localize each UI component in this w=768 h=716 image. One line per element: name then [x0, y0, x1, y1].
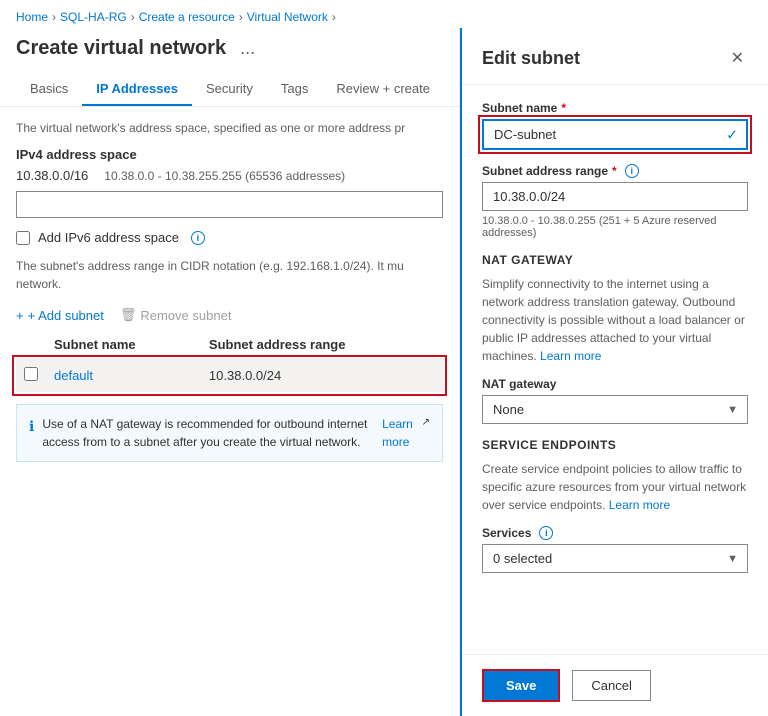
tab-ip-addresses[interactable]: IP Addresses: [82, 73, 192, 106]
trash-icon: 🗑: [120, 307, 137, 323]
nat-gateway-desc: Simplify connectivity to the internet us…: [482, 275, 748, 365]
edit-subnet-footer: Save Cancel: [462, 654, 768, 716]
ipv4-address-input[interactable]: [16, 191, 443, 218]
subnet-name-label: Subnet name *: [482, 101, 748, 115]
ipv6-checkbox[interactable]: [16, 231, 30, 245]
subnet-table: Subnet name Subnet address range default…: [16, 331, 443, 392]
subnet-name-cell[interactable]: default: [46, 359, 201, 393]
services-select[interactable]: 0 selected: [482, 544, 748, 573]
ipv6-info-icon[interactable]: i: [191, 231, 205, 245]
tab-review-create[interactable]: Review + create: [322, 73, 444, 106]
subnet-range-cell: 10.38.0.0/24: [201, 359, 443, 393]
plus-icon: +: [16, 308, 24, 323]
ipv4-range: 10.38.0.0 - 10.38.255.255 (65536 address…: [104, 169, 345, 183]
nat-learn-more[interactable]: Learn more: [540, 349, 601, 363]
info-circle-icon: ℹ: [29, 416, 34, 437]
services-select-wrapper: 0 selected ▼: [482, 544, 748, 573]
external-link-icon: ↗: [422, 415, 430, 430]
cancel-button[interactable]: Cancel: [572, 670, 650, 701]
remove-subnet-button[interactable]: 🗑 Remove subnet: [120, 307, 232, 323]
info-box-text: Use of a NAT gateway is recommended for …: [42, 415, 374, 451]
input-check-icon: ✓: [726, 126, 738, 143]
ipv4-section-label: IPv4 address space: [16, 147, 443, 162]
info-box: ℹ Use of a NAT gateway is recommended fo…: [16, 404, 443, 462]
row-checkbox[interactable]: [24, 367, 38, 381]
edit-subnet-panel: Edit subnet ✕ Subnet name * ✓ Subnet add…: [460, 28, 768, 716]
edit-subnet-title: Edit subnet: [482, 48, 580, 69]
tab-bar: Basics IP Addresses Security Tags Review…: [0, 73, 459, 107]
ipv4-tag: 10.38.0.0/16: [16, 168, 88, 183]
tab-basics[interactable]: Basics: [16, 73, 82, 106]
service-endpoints-section-header: SERVICE ENDPOINTS: [482, 438, 748, 452]
tab-tags[interactable]: Tags: [267, 73, 322, 106]
ipv6-label[interactable]: Add IPv6 address space: [38, 230, 179, 245]
ellipsis-button[interactable]: ...: [234, 36, 261, 61]
page-title: Create virtual network: [16, 37, 226, 60]
breadcrumb: Home › SQL-HA-RG › Create a resource › V…: [0, 0, 768, 28]
add-subnet-label: + Add subnet: [28, 308, 104, 323]
info-box-learn-more[interactable]: Learn more: [382, 415, 414, 451]
edit-subnet-header: Edit subnet ✕: [462, 28, 768, 85]
services-info-icon[interactable]: i: [539, 526, 553, 540]
subnet-name-field-container: ✓: [482, 119, 748, 150]
service-endpoints-desc: Create service endpoint policies to allo…: [482, 460, 748, 514]
breadcrumb-rg[interactable]: SQL-HA-RG: [60, 10, 127, 24]
services-label: Services i: [482, 526, 748, 540]
close-button[interactable]: ✕: [727, 44, 748, 72]
cidr-desc: The subnet's address range in CIDR notat…: [16, 257, 443, 293]
remove-subnet-label: Remove subnet: [140, 308, 231, 323]
add-subnet-button[interactable]: + + Add subnet: [16, 308, 104, 323]
breadcrumb-virtual-network[interactable]: Virtual Network: [247, 10, 328, 24]
nat-gateway-section-header: NAT GATEWAY: [482, 253, 748, 267]
nat-gateway-label: NAT gateway: [482, 377, 748, 391]
col-subnet-name: Subnet name: [46, 331, 201, 359]
col-checkbox: [16, 331, 46, 359]
required-indicator-2: *: [612, 164, 617, 178]
range-info-icon[interactable]: i: [625, 164, 639, 178]
subnet-range-label: Subnet address range * i: [482, 164, 748, 178]
table-row[interactable]: default 10.38.0.0/24: [16, 359, 443, 393]
breadcrumb-home[interactable]: Home: [16, 10, 48, 24]
tab-security[interactable]: Security: [192, 73, 267, 106]
breadcrumb-create-resource[interactable]: Create a resource: [139, 10, 235, 24]
save-button[interactable]: Save: [482, 669, 560, 702]
subnet-range-input[interactable]: [482, 182, 748, 211]
subnet-name-input[interactable]: [482, 119, 748, 150]
nat-gateway-select-wrapper: None ▼: [482, 395, 748, 424]
se-learn-more[interactable]: Learn more: [609, 498, 670, 512]
address-space-desc: The virtual network's address space, spe…: [16, 121, 443, 135]
nat-gateway-select[interactable]: None: [482, 395, 748, 424]
row-checkbox-cell[interactable]: [16, 359, 46, 393]
required-indicator: *: [561, 101, 566, 115]
range-hint: 10.38.0.0 - 10.38.0.255 (251 + 5 Azure r…: [482, 215, 748, 239]
col-subnet-range: Subnet address range: [201, 331, 443, 359]
subnet-name-link[interactable]: default: [54, 368, 93, 383]
